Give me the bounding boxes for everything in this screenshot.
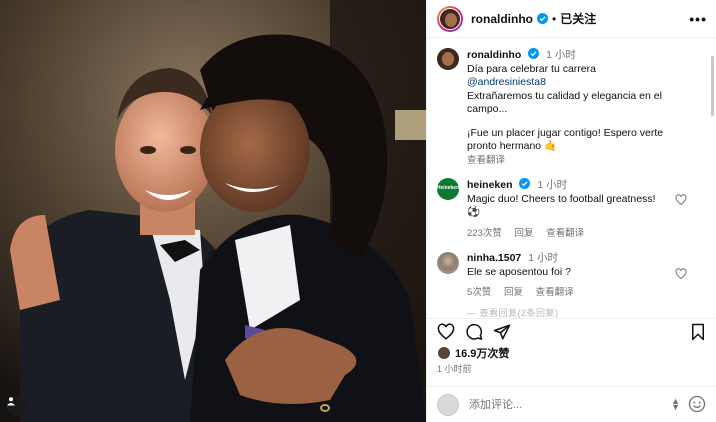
tagged-users-icon[interactable] [6,396,26,416]
comment-item: Heineken heineken 1 小时 Magic duo! Cheers… [437,178,699,242]
caption-author[interactable]: ronaldinho [467,49,521,61]
comment-actions: 5次赞 回复 查看翻译 [467,286,667,300]
liker-avatar [437,346,451,360]
caption-emoji: 🤙 [544,140,558,152]
caption-line-4: ¡Fue un placer jugar contigo! Espero ver… [467,126,667,153]
commenter-username[interactable]: heineken [467,179,513,191]
header-separator: • [552,11,557,26]
caption-author-avatar[interactable] [437,48,459,70]
verified-badge-icon [519,178,531,189]
caption-item: ronaldinho 1 小时 Día para celebrar tu car… [437,48,699,168]
comment-bubble-icon[interactable] [465,323,483,341]
post-header: ronaldinho • 已关注 ••• [427,0,716,38]
comment-text: Ele se aposentou foi ? [467,265,571,278]
commenter-avatar[interactable] [437,252,459,274]
commenter-username[interactable]: ninha.1507 [467,252,521,264]
author-username[interactable]: ronaldinho [471,12,533,26]
more-options-icon[interactable]: ••• [689,11,707,27]
photo-illustration [0,0,426,422]
comment-time: 1 小时 [528,252,558,264]
author-avatar[interactable] [437,5,463,32]
sort-arrows-icon[interactable]: ▲ ▼ [671,397,680,412]
translate-button[interactable]: 查看翻译 [546,228,584,239]
translate-button[interactable]: 查看翻译 [536,287,574,298]
verified-badge-icon [537,13,548,24]
post-side-panel: ronaldinho • 已关注 ••• ronaldinho 1 小时 Día… [426,0,716,422]
comment-actions: 223次赞 回复 查看翻译 [467,227,667,241]
comments-list[interactable]: ronaldinho 1 小时 Día para celebrar tu car… [427,40,716,312]
save-bookmark-icon[interactable] [689,323,707,341]
following-button[interactable]: 已关注 [560,10,596,27]
comment-input[interactable] [469,398,629,411]
caption-mention-link[interactable]: @andresiniesta8 [467,76,667,90]
posted-time: 1 小时前 [437,364,472,374]
reply-button[interactable]: 回复 [515,228,534,239]
post-photo[interactable] [0,0,426,422]
emoji-icon[interactable] [688,395,706,413]
verified-badge-icon [528,48,540,59]
current-user-avatar [437,393,459,416]
comment-like-icon[interactable] [675,194,687,206]
comment-time: 1 小时 [537,179,568,191]
likes-count[interactable]: 16.9万次赞 [437,345,509,361]
comment-text: Magic duo! Cheers to football greatness!… [467,192,659,219]
post-action-bar [427,318,716,344]
caption-translate-link[interactable]: 查看翻译 [467,154,667,168]
comments-scrollbar[interactable] [711,56,714,116]
commenter-avatar[interactable]: Heineken [437,178,459,200]
comment-item: ninha.1507 1 小时 Ele se aposentou foi ? 5… [437,252,699,302]
comment-like-icon[interactable] [675,268,687,280]
comment-likes[interactable]: 5次赞 [467,287,491,298]
caption-line-1: Día para celebrar tu carrera [467,62,596,75]
like-heart-icon[interactable] [437,323,455,341]
caption-line-3: Extrañaremos tu calidad y elegancia en e… [467,89,665,116]
comment-likes[interactable]: 223次赞 [467,228,502,239]
caption-time: 1 小时 [546,49,576,61]
share-send-icon[interactable] [493,323,511,341]
reply-button[interactable]: 回复 [504,287,523,298]
